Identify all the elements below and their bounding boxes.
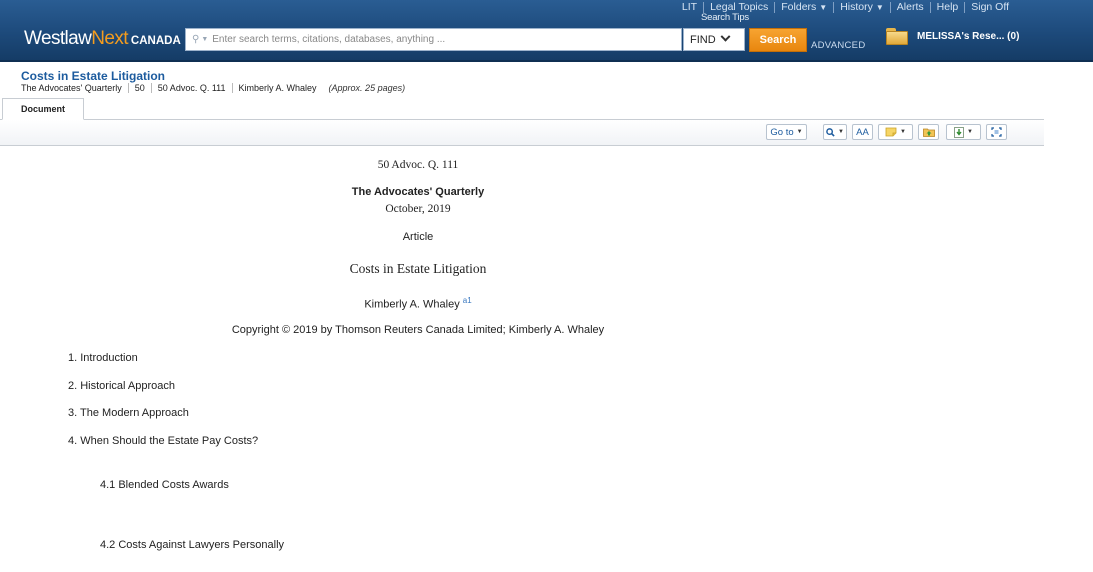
font-size-button[interactable]: AA	[852, 124, 873, 140]
document-type: Article	[402, 231, 434, 243]
search-button[interactable]: Search	[749, 28, 807, 52]
nav-help[interactable]: Help	[931, 1, 965, 13]
search-icon[interactable]: ⚲	[192, 34, 199, 45]
save-to-folder-button[interactable]	[918, 124, 939, 140]
article-title: Costs in Estate Litigation	[349, 261, 487, 276]
meta-page-count: (Approx. 25 pages)	[328, 83, 406, 93]
research-folder[interactable]: MELISSA's Rese... (0)	[886, 26, 1026, 52]
advanced-search-link[interactable]: ADVANCED	[811, 40, 865, 51]
nav-lit[interactable]: LIT	[676, 1, 703, 13]
logo-canada: CANADA	[130, 35, 181, 47]
toc-item-historical-approach[interactable]: 2. Historical Approach	[68, 380, 175, 392]
toc-item-costs-against-lawyers[interactable]: 4.2 Costs Against Lawyers Personally	[100, 539, 284, 551]
goto-label: Go to	[770, 126, 794, 138]
toc-item-estate-pay-costs[interactable]: 4. When Should the Estate Pay Costs?	[68, 435, 258, 447]
full-screen-button[interactable]	[986, 124, 1007, 140]
search-box: ⚲ ▼	[185, 28, 682, 51]
download-button[interactable]: ▼	[946, 124, 981, 140]
document-title: Costs in Estate Litigation	[21, 69, 166, 83]
tab-document[interactable]: Document	[2, 98, 84, 120]
font-size-icon: AA	[856, 126, 869, 138]
nav-folders[interactable]: Folders ▼	[775, 1, 833, 13]
caret-down-icon: ▼	[819, 3, 828, 12]
search-input[interactable]	[212, 34, 653, 45]
nav-alerts[interactable]: Alerts	[891, 1, 930, 13]
meta-author: Kimberly A. Whaley	[238, 83, 317, 93]
caret-down-icon: ▼	[967, 129, 973, 135]
search-options-caret-icon[interactable]: ▼	[201, 36, 208, 43]
full-screen-icon	[991, 127, 1002, 137]
nav-history[interactable]: History ▼	[834, 1, 890, 13]
search-in-document-button[interactable]: ▼	[823, 124, 847, 140]
logo-next: Next	[91, 28, 128, 49]
save-to-folder-icon	[922, 127, 935, 137]
author-line: Kimberly A. Whaley a1	[0, 296, 836, 311]
toc-item-modern-approach[interactable]: 3. The Modern Approach	[68, 407, 189, 419]
toc-item-introduction[interactable]: 1. Introduction	[68, 352, 138, 364]
download-icon	[954, 126, 964, 138]
document-meta: The Advocates' Quarterly 50 50 Advoc. Q.…	[21, 83, 405, 93]
global-header: LIT Legal Topics Folders ▼ History ▼ Alert…	[0, 0, 1093, 62]
annotation-icon	[885, 127, 897, 137]
search-tips-link[interactable]: Search Tips	[701, 12, 749, 23]
caret-down-icon: ▼	[838, 129, 844, 135]
author-name: Kimberly A. Whaley	[364, 298, 460, 311]
caret-down-icon: ▼	[875, 3, 884, 12]
meta-volume: 50	[134, 83, 145, 93]
document-citation: 50 Advoc. Q. 111	[377, 159, 459, 171]
logo-westlaw: Westlaw	[24, 28, 92, 49]
toc-item-blended-costs[interactable]: 4.1 Blended Costs Awards	[100, 479, 229, 491]
folder-icon	[886, 27, 908, 45]
find-select-value: FIND	[690, 33, 716, 46]
meta-journal: The Advocates' Quarterly	[21, 83, 122, 93]
search-in-document-icon	[826, 127, 835, 137]
copyright-line: Copyright © 2019 by Thomson Reuters Cana…	[231, 324, 605, 336]
chevron-down-icon	[720, 31, 731, 42]
meta-citation: 50 Advoc. Q. 111	[157, 83, 226, 93]
nav-sign-off[interactable]: Sign Off	[965, 1, 1015, 13]
annotation-button[interactable]: ▼	[878, 124, 913, 140]
caret-down-icon: ▼	[900, 129, 906, 135]
goto-button[interactable]: Go to ▼	[766, 124, 807, 140]
publication-date: October, 2019	[385, 203, 451, 215]
journal-name: The Advocates' Quarterly	[351, 186, 485, 198]
caret-down-icon: ▼	[796, 129, 803, 135]
find-select[interactable]: FIND	[683, 28, 745, 51]
folder-label: MELISSA's Rese... (0)	[917, 30, 1020, 42]
westlaw-logo[interactable]: WestlawNext CANADA	[24, 28, 181, 50]
footnote-link[interactable]: a1	[463, 296, 472, 305]
nav-folders-label: Folders	[781, 1, 817, 13]
nav-history-label: History	[840, 1, 873, 13]
